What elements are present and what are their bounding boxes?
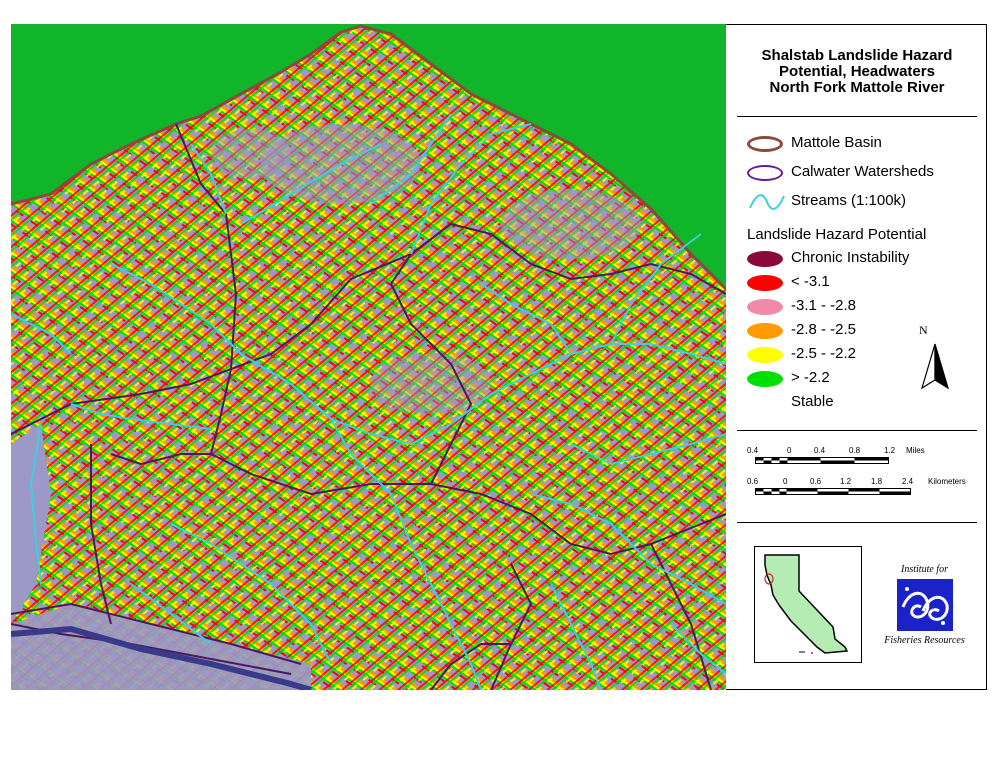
legend-item-hazard-class [747,297,789,317]
logo-text-top: Institute for [901,564,948,575]
title-line-2: Potential, Headwaters [779,63,935,80]
legend-label-hazard-class: -2.8 - -2.5 [791,321,857,338]
scale-tick-label: 0.8 [849,446,861,455]
scale-tick-label: 1.2 [884,446,896,455]
scale-unit-kilometers: Kilometers [928,477,966,486]
legend-item-hazard-class [747,369,789,389]
legend-item-hazard-class [747,345,789,365]
orange-swatch-icon [747,323,783,339]
legend-label-hazard-class: -2.5 - -2.2 [791,345,857,362]
scale-tick-label: 0.6 [810,477,822,486]
legend-label-streams: Streams (1:100k) [791,192,907,209]
legend-label-calwater-watersheds: Calwater Watersheds [791,163,934,180]
legend-label-hazard-class: > -2.2 [791,369,830,386]
watershed-outline-icon [747,165,783,181]
north-arrow-icon [920,343,950,390]
green-swatch-icon [747,371,783,387]
scale-tick-label: 0 [783,477,788,486]
hazard-map[interactable] [11,24,726,690]
scale-tick-label: 0.4 [814,446,826,455]
scale-bar-km-graphic [755,488,911,495]
legend-label-stable: Stable [791,393,834,410]
legend-label-hazard-class: -3.1 - -2.8 [791,297,857,314]
scale-tick-label: 0 [787,446,792,455]
california-locator-inset [754,546,862,663]
scale-tick-label: 2.4 [902,477,914,486]
legend-label-hazard-class: < -3.1 [791,273,830,290]
terrain-shade [211,129,291,179]
divider [737,522,977,523]
chronic-instability-swatch-icon [747,251,783,267]
hazard-map-svg [11,24,726,690]
scale-bar-miles-graphic [755,457,889,464]
stream-wave-icon [749,194,785,210]
scale-tick-label: 0.6 [747,477,759,486]
title-line-1: Shalstab Landslide Hazard [761,47,953,64]
hazard-legend-heading: Landslide Hazard Potential [747,226,927,243]
north-label: N [919,323,928,337]
basin-outline-icon [747,136,783,152]
california-map-icon [764,554,849,654]
legend-item-mattole-basin [747,134,789,154]
divider [737,430,977,431]
yellow-swatch-icon [747,347,783,363]
fish-logo-icon [896,579,953,631]
terrain-shade [371,354,491,414]
legend-item-hazard-class [747,321,789,341]
scale-tick-label: 0.4 [747,446,759,455]
red-swatch-icon [747,275,783,291]
map-title: Shalstab Landslide Hazard Potential, Hea… [727,48,987,96]
legend-item-streams [747,192,789,212]
logo-text-bottom: Fisheries Resources [884,635,965,646]
legend-label-hazard-class: Chronic Instability [791,249,910,266]
institute-logo: Institute for Fisheries Resources [867,564,982,646]
title-line-3: North Fork Mattole River [769,79,945,96]
scale-unit-miles: Miles [906,446,925,455]
legend-item-calwater-watersheds [747,163,789,183]
terrain-shade [501,189,641,259]
pink-swatch-icon [747,299,783,315]
legend-item-hazard-class [747,249,789,269]
legend-panel: Shalstab Landslide Hazard Potential, Hea… [727,24,987,690]
scale-tick-label: 1.8 [871,477,883,486]
divider [737,116,977,117]
legend-label-mattole-basin: Mattole Basin [791,134,882,151]
scale-tick-label: 1.2 [840,477,852,486]
legend-item-hazard-class [747,273,789,293]
